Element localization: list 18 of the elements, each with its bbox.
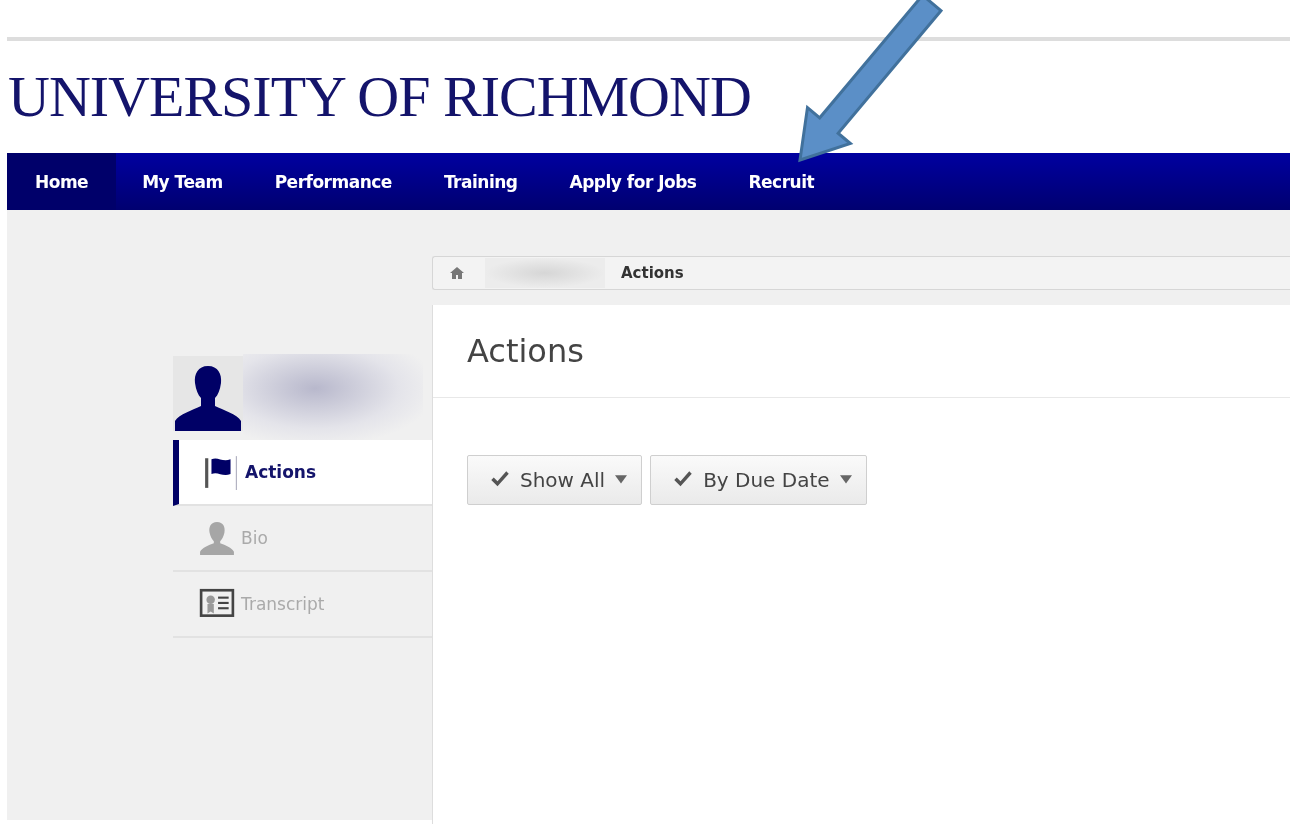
university-logo: UNIVERSITY OF RICHMOND bbox=[8, 67, 751, 127]
home-icon[interactable] bbox=[449, 265, 465, 281]
nav-link[interactable]: Apply for Jobs bbox=[543, 153, 723, 210]
avatar-icon bbox=[173, 356, 243, 431]
sidebar-item[interactable]: Actions bbox=[173, 440, 432, 506]
nav-link[interactable]: Training bbox=[417, 153, 544, 210]
breadcrumb-current: Actions bbox=[621, 264, 684, 282]
nav-link[interactable]: Recruit bbox=[722, 153, 841, 210]
person-icon bbox=[199, 520, 235, 556]
nav-link[interactable]: Performance bbox=[248, 153, 418, 210]
nav-link[interactable]: Home bbox=[7, 153, 117, 210]
panel-title: Actions bbox=[467, 332, 584, 370]
nav-link[interactable]: My Team bbox=[116, 153, 249, 210]
flag-icon bbox=[203, 454, 239, 490]
filter-dropdown[interactable]: By Due Date bbox=[650, 455, 867, 505]
filter-dropdown[interactable]: Show All bbox=[467, 455, 643, 505]
caret-icon bbox=[615, 475, 628, 485]
caret-icon bbox=[839, 475, 852, 485]
